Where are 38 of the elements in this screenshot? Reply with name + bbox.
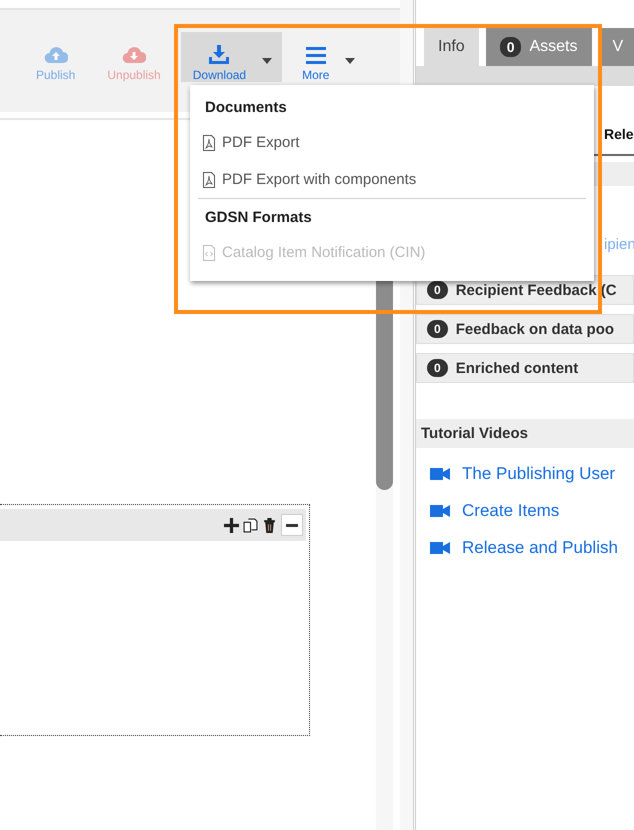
pdf-file-icon — [202, 172, 216, 188]
minus-icon — [286, 524, 298, 526]
video-link[interactable]: Release and Publish — [430, 538, 634, 558]
row-label: Feedback on data poo — [456, 320, 614, 338]
tutorial-videos-header: Tutorial Videos — [416, 419, 634, 448]
menu-section-title: GDSN Formats — [204, 208, 313, 228]
copy-icon[interactable] — [243, 518, 258, 532]
row-label: Enriched content — [456, 360, 578, 376]
video-link[interactable]: The Publishing User — [430, 464, 634, 484]
tab[interactable]: 0 Assets — [486, 28, 592, 66]
collapse-button[interactable] — [281, 514, 303, 536]
feedback-row[interactable]: 0 Enriched content — [416, 353, 634, 383]
tab[interactable]: Info — [424, 28, 479, 66]
video-camera-icon — [430, 541, 450, 555]
more-button[interactable]: More — [290, 32, 366, 82]
section-heading: Rele — [604, 126, 634, 144]
menu-item[interactable]: PDF Export — [190, 124, 312, 161]
caret-icon — [262, 58, 272, 64]
delete-icon[interactable] — [262, 518, 277, 532]
cloud-upload-icon — [44, 45, 68, 65]
menu-section-title: Documents — [204, 98, 288, 118]
count-badge: 0 — [427, 281, 448, 299]
video-link[interactable]: Create Items — [430, 501, 634, 521]
menu-item[interactable]: PDF Export with components — [190, 161, 428, 198]
feedback-row[interactable]: 0 Feedback on data poo — [416, 314, 634, 344]
menu-icon — [304, 45, 328, 65]
video-camera-icon — [430, 504, 450, 518]
pdf-file-icon — [202, 134, 216, 150]
code-file-icon — [202, 244, 216, 260]
count-badge: 0 — [427, 320, 448, 338]
count-badge: 0 — [427, 359, 448, 377]
video-camera-icon — [430, 467, 450, 481]
caret-icon — [345, 58, 356, 64]
add-icon[interactable] — [224, 518, 239, 532]
cloud-download-icon — [122, 45, 146, 65]
download-icon — [207, 45, 232, 65]
row-label: Recipient Feedback (C — [456, 282, 617, 298]
download-button[interactable]: Download — [180, 32, 282, 82]
